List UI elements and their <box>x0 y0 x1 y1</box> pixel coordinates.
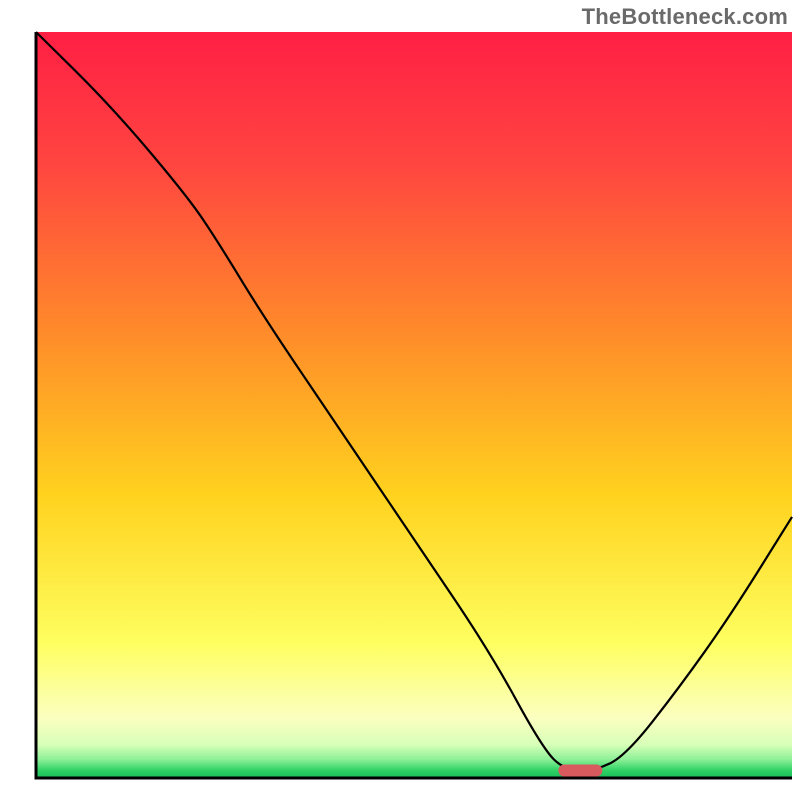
bottleneck-chart <box>0 0 800 800</box>
optimal-marker <box>558 765 602 777</box>
chart-container: TheBottleneck.com <box>0 0 800 800</box>
gradient-background <box>36 32 792 778</box>
watermark-text: TheBottleneck.com <box>582 4 788 30</box>
